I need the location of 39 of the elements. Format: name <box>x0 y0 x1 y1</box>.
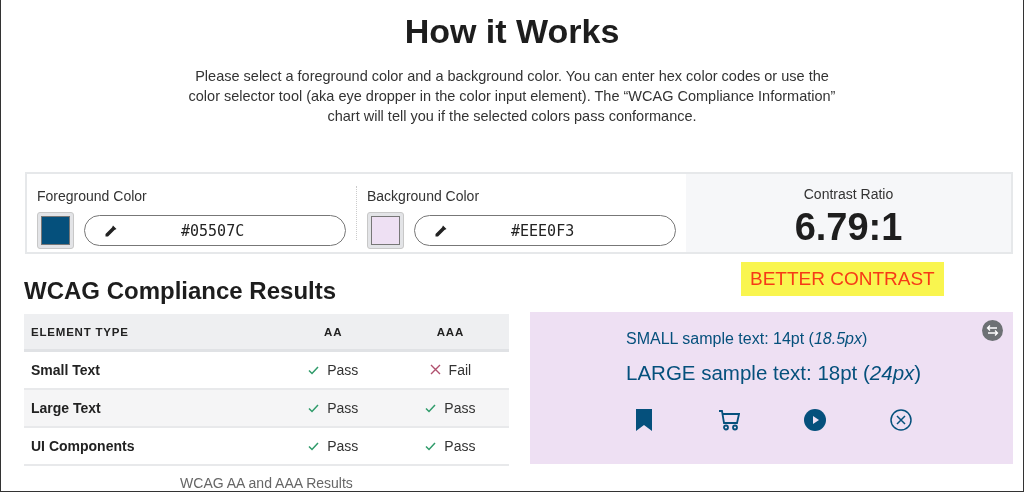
column-header: ELEMENT TYPE <box>24 314 275 351</box>
result-cell: Pass <box>308 438 359 455</box>
color-label: Background Color <box>367 188 481 204</box>
hex-input-field[interactable]: #EEE0F3 <box>414 215 676 246</box>
color-label: Foreground Color <box>37 188 148 204</box>
result-cell: Pass <box>308 400 359 417</box>
cart-icon <box>718 409 740 431</box>
large-sample-text: LARGE sample text: 18pt (24px) <box>626 361 922 385</box>
play-icon <box>804 409 826 431</box>
callout-label: BETTER CONTRAST <box>741 262 944 296</box>
intro-paragraph: Please select a foreground color and a background color. You can enter hex color codes or use the color selector tool (aka eye dropper in the color input element). The “WCAG Compliance Information” chart will tell you if the selected colors pass conformance. <box>187 67 837 126</box>
ratio-label: Contrast Ratio <box>802 186 895 202</box>
check-icon <box>308 441 320 451</box>
column-header: AAA <box>391 314 509 351</box>
check-icon <box>308 403 320 413</box>
page-title: How it Works <box>403 11 621 52</box>
small-sample-text: SMALL sample text: 14pt (18.5px) <box>626 330 868 348</box>
swap-icon[interactable] <box>982 320 1003 341</box>
result-cell: Pass <box>425 438 476 455</box>
hex-input-field[interactable]: #05507C <box>84 215 346 246</box>
table-cell: UI Components <box>24 427 275 465</box>
close-icon <box>890 409 912 431</box>
column-header: AA <box>274 314 392 351</box>
check-icon <box>425 441 437 451</box>
ratio-value: 6.79:1 <box>793 206 904 249</box>
eyedropper-icon <box>434 224 448 238</box>
check-icon <box>308 365 320 375</box>
cross-icon <box>429 364 441 376</box>
bookmark-icon <box>634 409 654 431</box>
result-cell: Fail <box>429 361 472 378</box>
color-swatch[interactable] <box>367 212 404 249</box>
color-swatch[interactable] <box>37 212 74 249</box>
table-caption: WCAG AA and AAA Results <box>179 475 354 491</box>
result-cell: Pass <box>425 400 476 417</box>
eyedropper-icon <box>104 224 118 238</box>
table-cell: Large Text <box>24 389 275 427</box>
result-cell: Pass <box>308 362 359 379</box>
check-icon <box>425 403 437 413</box>
results-heading: WCAG Compliance Results <box>24 276 338 306</box>
